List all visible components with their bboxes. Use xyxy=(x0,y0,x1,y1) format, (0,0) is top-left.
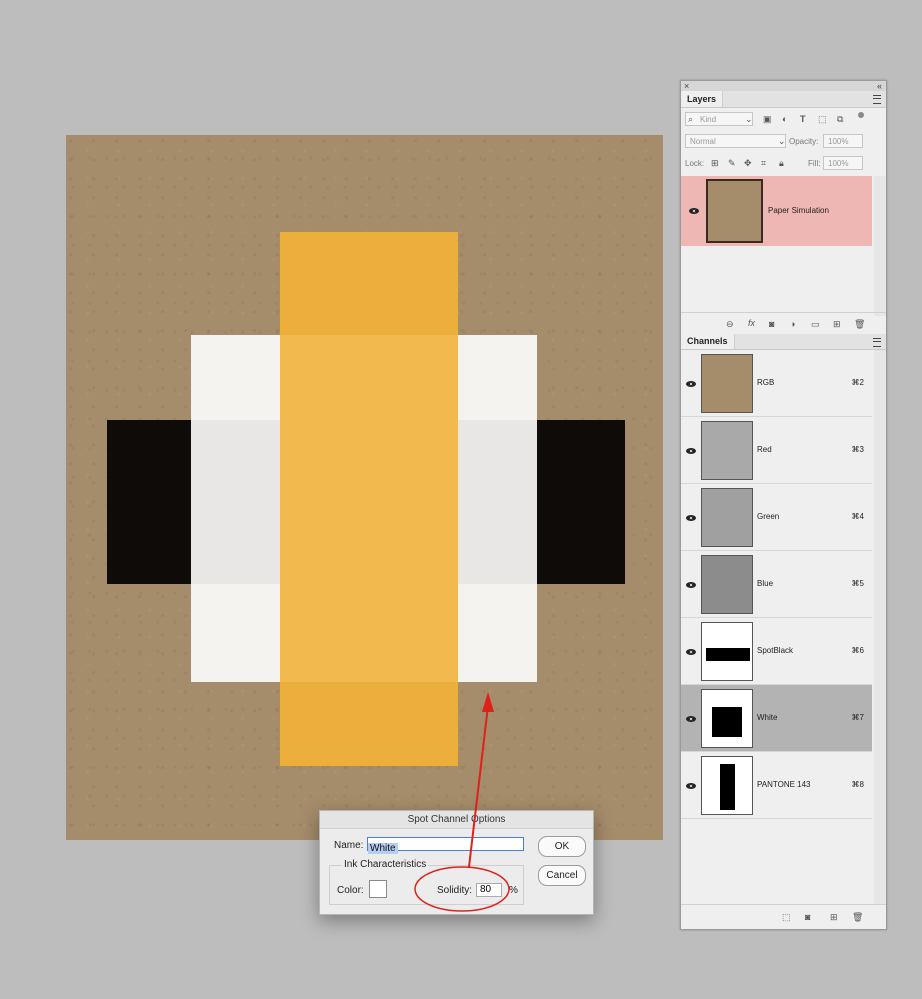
annotation-arrowhead xyxy=(482,692,494,712)
annotation-overlay xyxy=(414,692,510,912)
annotation-arrow-line xyxy=(468,705,489,868)
solidity-highlight-ellipse xyxy=(414,866,510,912)
